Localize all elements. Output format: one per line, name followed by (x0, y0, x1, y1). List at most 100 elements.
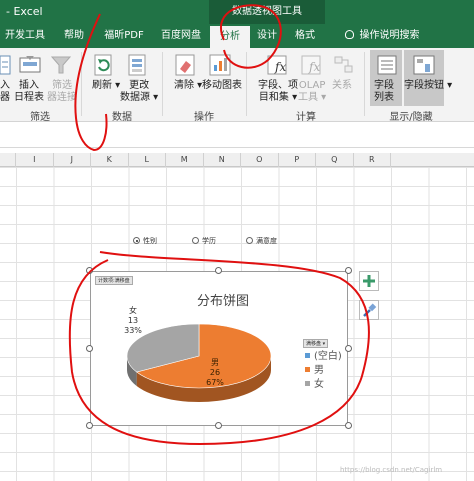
data-label-value: 26 (209, 368, 221, 377)
svg-text:fx: fx (274, 60, 286, 74)
legend-entry: (空白) (305, 350, 342, 364)
insert-timeline-button[interactable]: 插入 日程表 (14, 80, 44, 104)
data-label-percent: 67% (206, 378, 224, 387)
column-header[interactable]: I (16, 153, 54, 167)
formula-bar-area (0, 122, 474, 148)
svg-text:fx: fx (308, 60, 320, 74)
pivotchart-tools-label: 数据透视图工具 (209, 0, 325, 24)
group-label-calculations: 计算 (296, 112, 316, 123)
title-bar: - Excel 数据透视图工具 (0, 0, 474, 24)
insert-slicer-button[interactable]: 入器 (0, 80, 10, 104)
column-header[interactable]: Q (316, 153, 354, 167)
chart-elements-button[interactable] (359, 271, 379, 291)
field-list-button[interactable]: 字段 列表 (374, 80, 394, 104)
group-label-data: 数据 (112, 112, 132, 123)
column-header-partial (0, 153, 16, 167)
column-headers: I J K L M N O P Q R (0, 153, 474, 167)
tab-analyze[interactable]: 分析 (210, 26, 250, 48)
tell-me-label: 操作说明搜索 (359, 30, 420, 41)
resize-handle-left[interactable] (86, 345, 93, 352)
data-label-value: 13 (127, 316, 139, 325)
olap-tools-icon: fx (301, 55, 321, 75)
lightbulb-icon (344, 30, 354, 39)
field-buttons-button[interactable]: 字段按钮 ▾ (404, 80, 452, 92)
legend-swatch (305, 381, 310, 386)
radio-education[interactable]: 学历 (192, 236, 216, 246)
clear-icon (175, 54, 195, 76)
radio-dot (246, 237, 253, 244)
change-data-source-button[interactable]: 更改 数据源 ▾ (120, 80, 158, 104)
radio-gender[interactable]: 性别 (133, 236, 157, 246)
column-header[interactable]: L (129, 153, 166, 167)
tell-me-search[interactable]: 操作说明搜索 (332, 24, 432, 48)
data-label-category: 女 (129, 306, 137, 315)
group-label-filter: 筛选 (30, 112, 50, 123)
insert-slicer-icon (0, 55, 11, 75)
radio-satisfaction[interactable]: 满意度 (246, 236, 277, 246)
resize-handle-bottom[interactable] (215, 422, 222, 429)
paintbrush-icon (363, 303, 377, 317)
legend-swatch (305, 367, 310, 372)
data-label-male[interactable]: 男 26 67% (195, 358, 235, 388)
ribbon-separator (81, 52, 82, 116)
column-header[interactable]: M (166, 153, 204, 167)
data-label-percent: 33% (124, 326, 142, 335)
pivot-chart[interactable]: 计数项:满移盘 分布饼图 女 13 33% 男 26 67% 满移盘 ▾ (空白… (90, 271, 348, 426)
move-chart-icon (209, 54, 231, 76)
change-data-source-icon (128, 54, 146, 76)
plus-icon (363, 275, 375, 287)
filter-connections-button[interactable]: 筛选 器连接 (47, 80, 77, 104)
refresh-button[interactable]: 刷新 ▾ (92, 80, 120, 92)
radio-dot-selected (133, 237, 140, 244)
ribbon: 入器 插入 日程表 筛选 器连接 筛选 刷新 ▾ 更改 数据源 ▾ 数据 清除 ▾ 移… (0, 48, 474, 123)
move-chart-button[interactable]: 移动图表 (202, 80, 242, 92)
legend-field-button[interactable]: 满移盘 ▾ (303, 339, 329, 348)
filter-connections-icon (50, 56, 72, 74)
column-header-partial (391, 153, 474, 167)
radio-dot (192, 237, 199, 244)
fields-items-sets-icon: fx (267, 55, 287, 75)
relationships-icon (334, 56, 353, 73)
legend-entry: 男 (305, 364, 342, 378)
tab-foxit-pdf[interactable]: 福昕PDF (97, 24, 151, 48)
resize-handle-right[interactable] (345, 345, 352, 352)
ribbon-separator (246, 52, 247, 116)
tab-format[interactable]: 格式 (290, 24, 320, 48)
watermark: https://blog.csdn.net/Cagirlm (340, 466, 443, 474)
chart-styles-button[interactable] (359, 300, 379, 320)
field-buttons-icon (413, 55, 435, 75)
chart-legend[interactable]: (空白) 男 女 (305, 350, 342, 392)
group-label-actions: 操作 (194, 112, 214, 123)
column-header[interactable]: P (279, 153, 316, 167)
resize-handle-bottom-right[interactable] (345, 422, 352, 429)
field-list-icon (377, 55, 397, 75)
olap-tools-button[interactable]: OLAP 工具 ▾ (298, 80, 326, 104)
radio-label: 满意度 (256, 237, 277, 245)
data-label-category: 男 (211, 358, 219, 367)
ribbon-separator (162, 52, 163, 116)
column-header[interactable]: N (204, 153, 241, 167)
refresh-icon (94, 54, 112, 76)
column-header[interactable]: K (91, 153, 129, 167)
resize-handle-top[interactable] (215, 267, 222, 274)
resize-handle-top-left[interactable] (86, 267, 93, 274)
resize-handle-top-right[interactable] (345, 267, 352, 274)
app-title: - Excel (6, 5, 43, 18)
clear-button[interactable]: 清除 ▾ (174, 80, 202, 92)
radio-label: 学历 (202, 237, 216, 245)
tab-baidu-netdisk[interactable]: 百度网盘 (156, 24, 206, 48)
ribbon-tabs: 开发工具 帮助 福昕PDF 百度网盘 分析 设计 格式 操作说明搜索 (0, 24, 474, 48)
radio-label: 性别 (143, 237, 157, 245)
tab-help[interactable]: 帮助 (56, 24, 92, 48)
column-header[interactable]: J (54, 153, 91, 167)
legend-entry: 女 (305, 378, 342, 392)
data-label-female[interactable]: 女 13 33% (113, 306, 153, 336)
tab-design[interactable]: 设计 (252, 24, 282, 48)
column-header[interactable]: O (241, 153, 279, 167)
timeline-icon (19, 56, 41, 73)
resize-handle-bottom-left[interactable] (86, 422, 93, 429)
column-header[interactable]: R (354, 153, 391, 167)
tab-developer[interactable]: 开发工具 (0, 24, 50, 48)
relationships-button[interactable]: 关系 (332, 80, 352, 92)
fields-items-sets-button[interactable]: 字段、项 目和集 ▾ (258, 80, 298, 104)
